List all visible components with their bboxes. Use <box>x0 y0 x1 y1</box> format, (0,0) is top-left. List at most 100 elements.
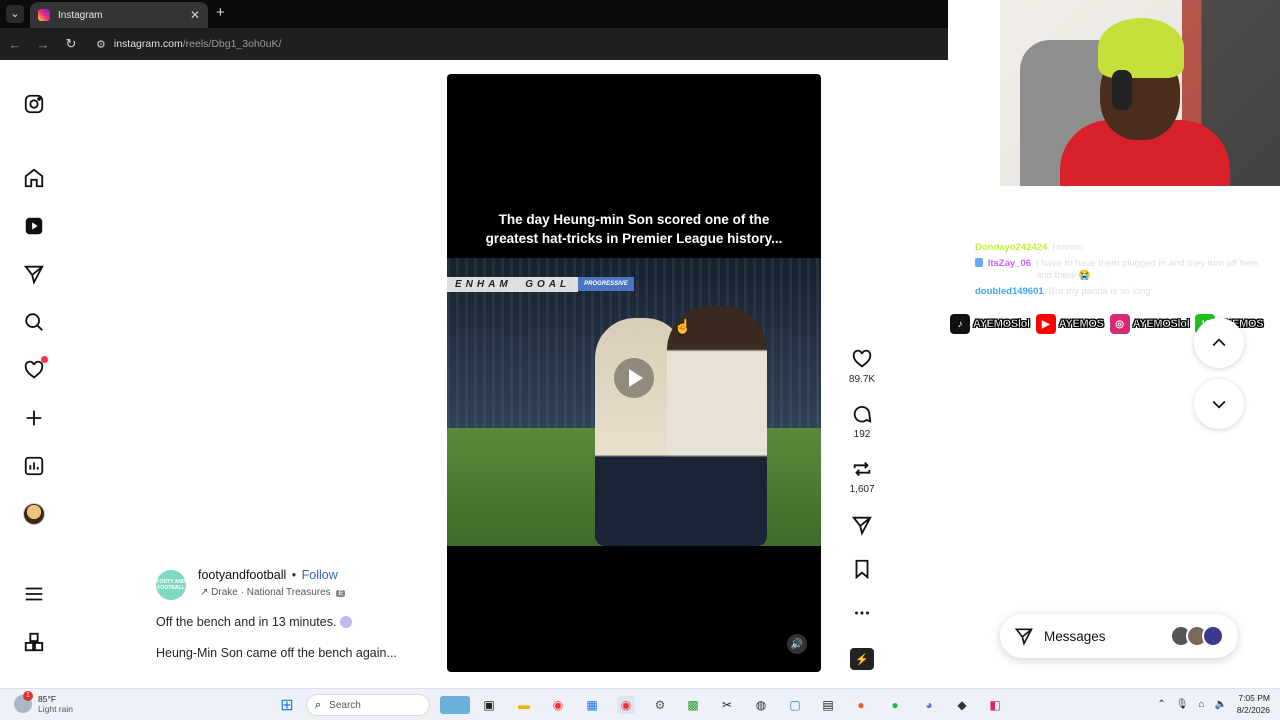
create-plus-icon[interactable] <box>22 406 46 430</box>
social-name: AYEMOS <box>1058 318 1105 330</box>
network-icon[interactable]: ⌂ <box>1198 699 1204 710</box>
more-options-button[interactable] <box>842 602 882 624</box>
new-tab-button[interactable]: + <box>216 4 225 21</box>
notifications-heart-icon[interactable] <box>22 356 48 382</box>
messages-button[interactable]: Messages <box>1000 614 1238 658</box>
store-icon[interactable]: ▦ <box>583 696 601 714</box>
ellipsis-icon <box>855 611 869 615</box>
tab-close-icon[interactable]: ✕ <box>190 8 200 22</box>
chat-message: ItsZay_06 I have to have them plugged in… <box>975 258 1275 282</box>
obs-icon[interactable]: ● <box>852 696 870 714</box>
messenger-icon <box>1014 628 1033 646</box>
previous-reel-button[interactable] <box>1194 318 1244 368</box>
instagram-logo-icon[interactable] <box>22 92 46 116</box>
weather-widget[interactable]: 1 85°F Light rain <box>14 691 73 714</box>
address-bar[interactable]: ⚙ instagram.com/reels/Dbg1_3oh0uK/ <box>96 38 281 51</box>
tab-instagram[interactable]: Instagram ✕ <box>30 2 208 28</box>
repost-button[interactable]: 1,607 <box>842 458 882 495</box>
widgets-icon[interactable] <box>440 696 470 714</box>
author-avatar[interactable]: FOOTY AND FOOTBALL <box>156 570 186 600</box>
post-caption-line-1: Off the bench and in 13 minutes. <box>156 615 353 629</box>
clock-time: 7:05 PM <box>1238 693 1270 703</box>
steam-icon[interactable]: ◍ <box>752 696 770 714</box>
tray-overflow-icon[interactable]: ⌃ <box>1157 699 1165 710</box>
task-view-icon[interactable]: ▣ <box>480 696 498 714</box>
taskbar-search-label: Search <box>329 699 361 711</box>
reels-icon[interactable] <box>22 214 46 238</box>
volume-icon[interactable]: 🔊 <box>787 634 807 654</box>
chevron-up-icon <box>1212 338 1226 347</box>
more-menu-icon[interactable] <box>22 582 46 606</box>
chrome-active-icon[interactable]: ◉ <box>617 696 635 714</box>
emoji-icon <box>340 616 353 628</box>
settings-icon[interactable]: ⚙ <box>651 696 669 714</box>
video-frame: ENHAM GOAL PROGRESSIVE <box>447 258 821 546</box>
reload-icon[interactable]: ↻ <box>64 36 78 52</box>
app-icon[interactable]: ◆ <box>953 696 971 714</box>
windows-start-icon[interactable]: ⊞ <box>278 696 296 714</box>
microphone-icon[interactable]: 🎙 <box>1176 699 1189 710</box>
taskbar-search[interactable]: ⌕ Search <box>306 694 430 716</box>
chat-text: I have to have them plugged in and they … <box>1036 258 1259 281</box>
post-caption-line-2[interactable]: Heung-Min Son came off the bench again..… <box>156 646 397 660</box>
back-icon[interactable]: ← <box>8 37 22 52</box>
webcam-hat <box>1098 18 1184 78</box>
app-icon[interactable]: ◧ <box>986 696 1004 714</box>
next-reel-button[interactable] <box>1194 379 1244 429</box>
weather-desc: Light rain <box>38 704 73 714</box>
clock[interactable]: 7:05 PM 8/2/2026 <box>1237 692 1270 716</box>
follow-button[interactable]: Follow <box>302 568 338 582</box>
home-icon[interactable] <box>22 166 46 190</box>
webcam-headphones <box>1112 70 1132 110</box>
chrome-icon[interactable]: ◉ <box>549 696 567 714</box>
profile-avatar[interactable] <box>22 502 46 526</box>
cloud-rain-icon: 1 <box>14 691 33 713</box>
bookmark-icon <box>855 559 869 580</box>
file-explorer-icon[interactable]: ▬ <box>515 696 533 714</box>
discord-icon[interactable]: ◕ <box>920 696 938 714</box>
minecraft-icon[interactable]: ▩ <box>684 696 702 714</box>
chat-username: Dondayo242424 <box>975 242 1048 253</box>
search-icon[interactable] <box>22 310 46 334</box>
message-avatars <box>1170 625 1224 647</box>
social-name: AYEMOSlol <box>1132 318 1190 330</box>
dashboard-icon[interactable] <box>22 454 46 478</box>
chat-text: Hmmm <box>1052 242 1083 253</box>
audio-attribution[interactable]: ↗ Drake · National Treasures E <box>200 587 346 598</box>
reel-video-player[interactable]: The day Heung-min Son scored one of the … <box>447 74 821 672</box>
goal-banner-tag: PROGRESSIVE <box>578 277 634 291</box>
also-from-meta-icon[interactable] <box>22 630 46 654</box>
explicit-badge: E <box>336 590 346 597</box>
comment-button[interactable]: 192 <box>842 403 882 440</box>
app-window-icon[interactable]: ▢ <box>786 696 804 714</box>
save-button[interactable] <box>842 558 882 580</box>
social-name: AYEMOSlol <box>973 318 1030 330</box>
social-tiktok: ♪ AYEMOSlol <box>950 314 1030 334</box>
social-youtube: ▶ AYEMOS <box>1035 314 1105 334</box>
messenger-icon[interactable] <box>22 262 46 286</box>
share-button[interactable] <box>842 514 882 536</box>
author-username[interactable]: footyandfootball <box>198 568 286 582</box>
windows-taskbar: 1 85°F Light rain ⊞ ⌕ Search ▣ ▬ ◉ ▦ ◉ ⚙… <box>0 688 1280 720</box>
goal-banner: ENHAM GOAL PROGRESSIVE <box>447 276 634 292</box>
spotify-icon[interactable]: ● <box>886 696 904 714</box>
caption-line-2: greatest hat-tricks in Premier League hi… <box>485 231 783 246</box>
epic-games-icon[interactable]: ▤ <box>819 696 837 714</box>
goal-banner-text: ENHAM GOAL <box>447 276 579 292</box>
forward-icon[interactable]: → <box>36 37 50 52</box>
volume-icon[interactable]: 🔈 <box>1214 699 1226 710</box>
play-button[interactable] <box>614 358 654 398</box>
audio-thumbnail-icon[interactable]: ⚡ <box>850 648 874 670</box>
separator-dot: • <box>291 568 297 582</box>
mouse-cursor-icon: ☝ <box>674 318 692 334</box>
sidebar <box>0 60 68 688</box>
like-button[interactable]: 89.7K <box>842 348 882 385</box>
comment-count: 192 <box>853 429 871 440</box>
audio-track: Drake · National Treasures <box>211 587 331 598</box>
site-info-icon[interactable]: ⚙ <box>96 38 106 51</box>
audio-arrow-icon: ↗ <box>200 587 209 598</box>
messages-label: Messages <box>1044 628 1106 644</box>
capcut-icon[interactable]: ✂ <box>718 696 736 714</box>
tab-search-button[interactable]: ⌄ <box>6 5 24 23</box>
stream-chat: Dondayo242424 Hmmm ItsZay_06 I have to h… <box>975 242 1275 302</box>
